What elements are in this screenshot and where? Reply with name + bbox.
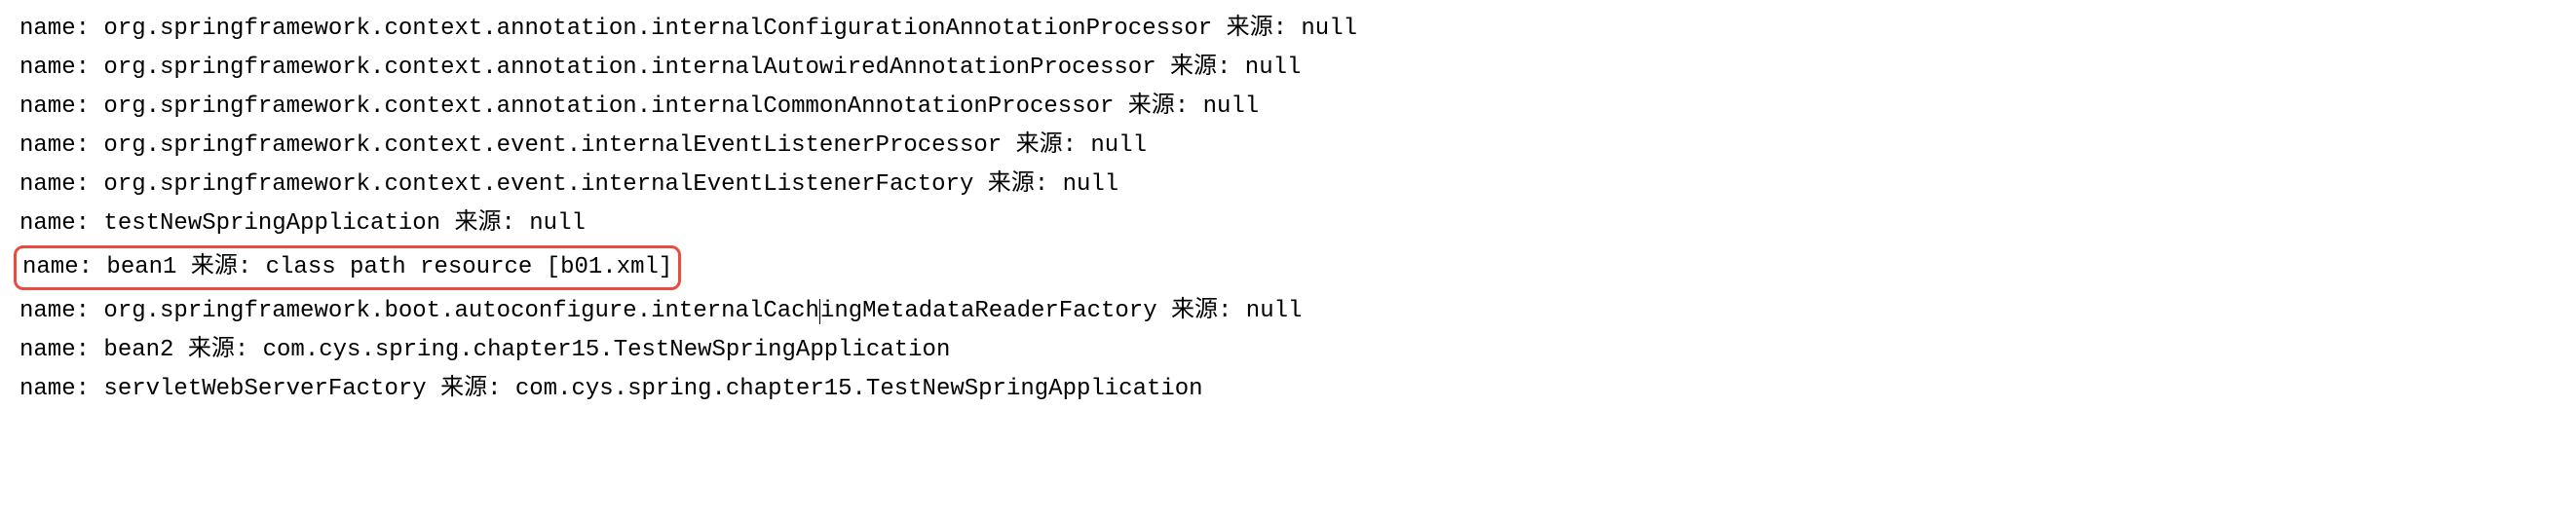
log-line-content: name: org.springframework.context.event.…: [19, 167, 1118, 203]
console-output[interactable]: name: org.springframework.context.annota…: [19, 10, 2557, 409]
log-line[interactable]: name: bean2 来源: com.cys.spring.chapter15…: [19, 331, 2557, 370]
log-line-content: name: org.springframework.boot.autoconfi…: [19, 294, 1302, 329]
log-line[interactable]: name: org.springframework.context.annota…: [19, 88, 2557, 127]
log-line-content: name: bean1 来源: class path resource [b01…: [14, 245, 681, 290]
log-line-content: name: org.springframework.context.annota…: [19, 90, 1259, 125]
log-line-content: name: org.springframework.context.event.…: [19, 129, 1147, 164]
log-line-content: name: bean2 来源: com.cys.spring.chapter15…: [19, 333, 950, 368]
log-line-content: name: testNewSpringApplication 来源: null: [19, 206, 586, 241]
log-line-content: name: servletWebServerFactory 来源: com.cy…: [19, 372, 1203, 407]
log-line[interactable]: name: org.springframework.context.annota…: [19, 10, 2557, 49]
log-line[interactable]: name: org.springframework.context.event.…: [19, 166, 2557, 204]
log-line[interactable]: name: bean1 来源: class path resource [b01…: [19, 243, 2557, 292]
log-line-content: name: org.springframework.context.annota…: [19, 12, 1357, 47]
text-cursor: [819, 299, 820, 324]
log-line-content: name: org.springframework.context.annota…: [19, 51, 1301, 86]
log-line[interactable]: name: org.springframework.boot.autoconfi…: [19, 292, 2557, 331]
log-line[interactable]: name: testNewSpringApplication 来源: null: [19, 204, 2557, 243]
log-line[interactable]: name: servletWebServerFactory 来源: com.cy…: [19, 370, 2557, 409]
log-line[interactable]: name: org.springframework.context.event.…: [19, 127, 2557, 166]
log-line[interactable]: name: org.springframework.context.annota…: [19, 49, 2557, 88]
